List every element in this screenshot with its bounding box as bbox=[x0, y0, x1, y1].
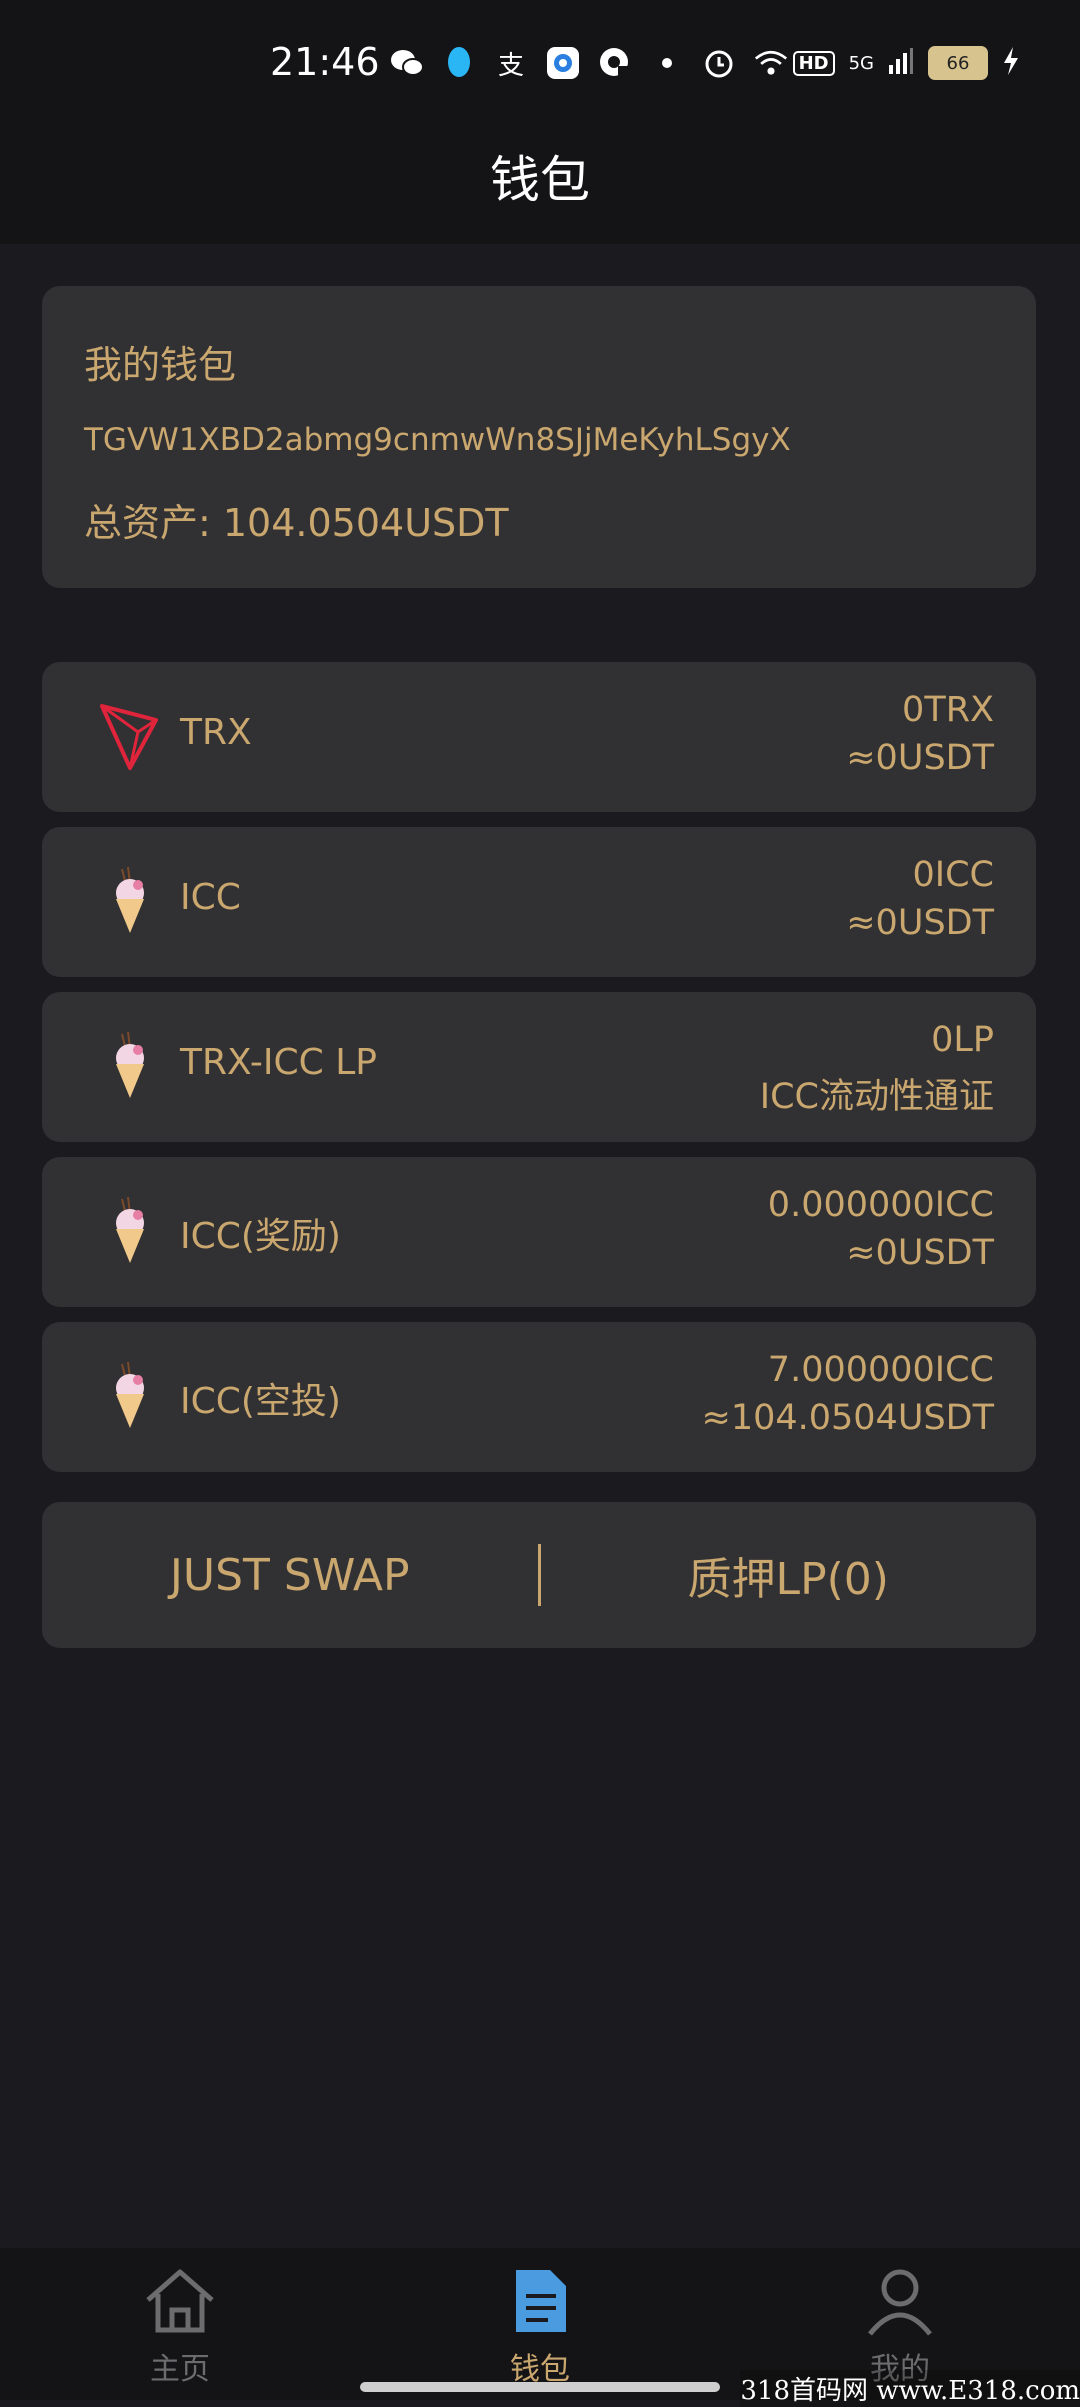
asset-amount: 0.000000ICC bbox=[767, 1185, 994, 1225]
total-assets: 总资产: 104.0504USDT bbox=[84, 501, 509, 545]
wechat-icon bbox=[390, 46, 424, 80]
alarm-icon bbox=[702, 46, 736, 80]
wallet-doc-icon bbox=[510, 2266, 570, 2340]
asset-amount: 0LP bbox=[931, 1020, 994, 1060]
tron-icon bbox=[92, 698, 168, 774]
icecream-icon bbox=[92, 1358, 168, 1434]
wallet-address[interactable]: TGVW1XBD2abmg9cnmwWn8SJjMeKyhLSgyX bbox=[84, 422, 791, 458]
asset-amount: 0ICC bbox=[912, 855, 994, 895]
asset-description: ICC流动性通证 bbox=[759, 1077, 994, 1117]
wallet-summary-card: 我的钱包 TGVW1XBD2abmg9cnmwWn8SJjMeKyhLSgyX … bbox=[42, 286, 1036, 588]
network-label: 5G bbox=[848, 52, 874, 74]
qq-icon bbox=[442, 46, 476, 80]
asset-name: ICC(奖励) bbox=[180, 1216, 341, 1257]
asset-usdt-value: ≈0USDT bbox=[846, 1233, 994, 1273]
battery-icon: 66 bbox=[928, 46, 988, 80]
asset-amount: 0TRX bbox=[902, 690, 994, 730]
icecream-icon bbox=[92, 1193, 168, 1269]
just-swap-button[interactable]: JUST SWAP bbox=[42, 1550, 538, 1601]
status-bar: 21:46 支 HD 5G 66 bbox=[0, 0, 1080, 130]
icecream-icon bbox=[92, 863, 168, 939]
home-indicator[interactable] bbox=[360, 2382, 720, 2392]
asset-row-icc[interactable]: ICC 0ICC ≈0USDT bbox=[42, 827, 1036, 977]
stake-lp-button[interactable]: 质押LP(0) bbox=[541, 1543, 1037, 1607]
quark-icon bbox=[598, 46, 632, 80]
alipay-icon: 支 bbox=[497, 50, 524, 81]
tab-label: 主页 bbox=[150, 2352, 210, 2387]
asset-usdt-value: ≈0USDT bbox=[846, 738, 994, 778]
user-icon bbox=[862, 2266, 938, 2340]
page-title: 钱包 bbox=[490, 151, 590, 209]
wallet-title: 我的钱包 bbox=[84, 343, 237, 387]
watermark: 318首码网 www.E318.com bbox=[740, 2370, 1080, 2407]
asset-row-trx-icc-lp[interactable]: TRX-ICC LP 0LP ICC流动性通证 bbox=[42, 992, 1036, 1142]
tab-home[interactable]: 主页 bbox=[0, 2248, 360, 2400]
asset-row-trx[interactable]: TRX 0TRX ≈0USDT bbox=[42, 662, 1036, 812]
home-icon bbox=[142, 2266, 218, 2340]
battery-level: 66 bbox=[946, 52, 970, 74]
asset-usdt-value: ≈104.0504USDT bbox=[701, 1398, 995, 1438]
charging-icon bbox=[1002, 46, 1020, 80]
asset-name: ICC(空投) bbox=[180, 1381, 341, 1422]
dot-icon bbox=[650, 46, 684, 80]
action-bar: JUST SWAP 质押LP(0) bbox=[42, 1502, 1036, 1648]
signal-icon bbox=[888, 47, 914, 79]
notification-icons: 支 bbox=[390, 46, 788, 81]
asset-name: TRX bbox=[180, 712, 252, 753]
asset-amount: 7.000000ICC bbox=[767, 1350, 994, 1390]
wifi-icon bbox=[754, 46, 788, 80]
asset-name: TRX-ICC LP bbox=[180, 1042, 377, 1083]
asset-name: ICC bbox=[180, 877, 241, 918]
app-header: 钱包 bbox=[0, 130, 1080, 244]
status-time: 21:46 bbox=[270, 40, 380, 84]
status-right: HD 5G 66 bbox=[792, 46, 1020, 80]
asset-usdt-value: ≈0USDT bbox=[846, 903, 994, 943]
hd-badge: HD bbox=[792, 50, 835, 76]
tab-wallet[interactable]: 钱包 bbox=[360, 2248, 720, 2400]
asset-row-icc-reward[interactable]: ICC(奖励) 0.000000ICC ≈0USDT bbox=[42, 1157, 1036, 1307]
browser-icon bbox=[546, 46, 580, 80]
asset-row-icc-airdrop[interactable]: ICC(空投) 7.000000ICC ≈104.0504USDT bbox=[42, 1322, 1036, 1472]
icecream-icon bbox=[92, 1028, 168, 1104]
